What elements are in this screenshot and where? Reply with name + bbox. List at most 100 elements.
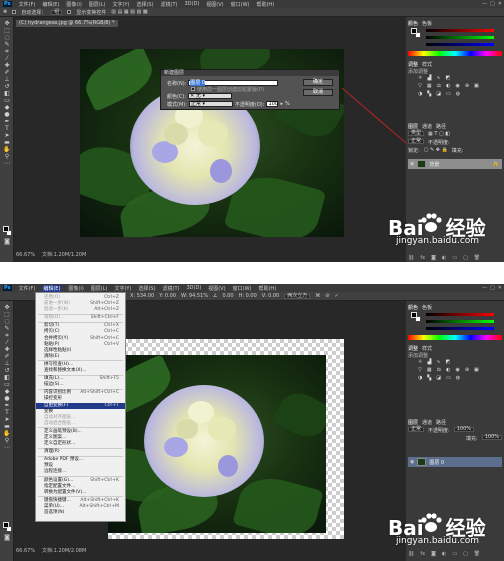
- layer-name[interactable]: 背景: [429, 161, 439, 168]
- menu-item[interactable]: 定义自定形状...: [36, 441, 125, 447]
- fx-icon[interactable]: fx: [420, 551, 425, 557]
- tab-adjustments[interactable]: 调整: [408, 345, 418, 352]
- mode-select[interactable]: 正常 ▾: [188, 101, 233, 107]
- tab-paths[interactable]: 路径: [436, 123, 446, 130]
- menu-image[interactable]: 图像(I): [66, 1, 81, 8]
- clip-mask-checkbox[interactable]: [191, 87, 195, 91]
- levels-icon[interactable]: ▟: [427, 75, 431, 81]
- menu-image[interactable]: 图像(I): [68, 285, 83, 292]
- color-select[interactable]: ✕ 无 ▾: [188, 93, 233, 99]
- quick-mask-icon[interactable]: ◙: [3, 535, 11, 541]
- menu-edit-open[interactable]: 编辑(E): [42, 284, 62, 292]
- tab-color[interactable]: 颜色: [408, 304, 418, 311]
- adjust-layer-icon[interactable]: ◐: [442, 551, 446, 557]
- auto-select-dropdown[interactable]: 组: [51, 9, 63, 15]
- menu-edit[interactable]: 编辑(E): [42, 1, 59, 8]
- close-button[interactable]: ✕: [498, 1, 502, 7]
- canvas-area[interactable]: [14, 27, 406, 252]
- menu-layer[interactable]: 图层(L): [91, 285, 108, 292]
- blue-slider[interactable]: [426, 327, 494, 330]
- selective-color-icon[interactable]: ◍: [456, 91, 460, 97]
- x-field[interactable]: X: 534.00: [130, 293, 154, 299]
- bw-icon[interactable]: ◐: [446, 83, 450, 89]
- menu-3d[interactable]: 3D(D): [185, 1, 200, 7]
- vibrance-icon[interactable]: ▽: [418, 83, 422, 89]
- panel-fg-swatch[interactable]: [411, 312, 417, 318]
- menu-window[interactable]: 窗口(W): [231, 1, 250, 8]
- threshold-icon[interactable]: ◪: [436, 375, 441, 381]
- trash-icon[interactable]: 🗑: [474, 551, 480, 557]
- lookup-icon[interactable]: ▣: [474, 83, 479, 89]
- menu-item[interactable]: 转换为配置文件(V)...: [36, 490, 125, 496]
- visibility-eye-icon[interactable]: ◉: [410, 459, 414, 465]
- hue-icon[interactable]: ▦: [427, 367, 432, 373]
- tab-swatches[interactable]: 色板: [422, 304, 432, 311]
- tab-styles[interactable]: 样式: [422, 345, 432, 352]
- menu-item[interactable]: 描边(S)...: [36, 382, 125, 388]
- tab-channels[interactable]: 通道: [422, 123, 432, 130]
- show-transform-checkbox[interactable]: [67, 10, 72, 14]
- menu-item[interactable]: 清除(E): [36, 354, 125, 360]
- mixer-icon[interactable]: ⊕: [465, 83, 469, 89]
- foreground-color-swatch[interactable]: [3, 226, 9, 232]
- bw-icon[interactable]: ◐: [446, 367, 450, 373]
- menu-select[interactable]: 选择(S): [136, 1, 153, 8]
- menu-item[interactable]: 查找和替换文本(X)...: [36, 368, 125, 374]
- vibrance-icon[interactable]: ▽: [418, 367, 422, 373]
- v-field[interactable]: V: 0.00: [262, 293, 279, 299]
- color-spectrum[interactable]: [408, 51, 502, 56]
- tab-swatches[interactable]: 色板: [422, 20, 432, 27]
- menu-select[interactable]: 选择(S): [138, 285, 155, 292]
- menu-filter[interactable]: 滤镜(T): [161, 1, 178, 8]
- folder-icon[interactable]: ▭: [452, 551, 457, 557]
- selective-color-icon[interactable]: ◍: [456, 375, 460, 381]
- h-field[interactable]: H: 0.00: [239, 293, 257, 299]
- red-slider[interactable]: [426, 313, 494, 316]
- invert-icon[interactable]: ◑: [418, 91, 422, 97]
- mixer-icon[interactable]: ⊕: [465, 367, 469, 373]
- brightness-icon[interactable]: ☼: [418, 75, 422, 81]
- tab-paths[interactable]: 路径: [436, 419, 446, 426]
- menu-file[interactable]: 文件(F): [19, 1, 36, 8]
- zoom-level[interactable]: 66.67%: [16, 252, 35, 258]
- link-icon[interactable]: ⛓: [408, 255, 414, 261]
- cancel-transform-icon[interactable]: ⊘: [325, 293, 329, 299]
- photo-filter-icon[interactable]: ◉: [455, 83, 459, 89]
- fx-icon[interactable]: fx: [420, 255, 425, 261]
- menu-view[interactable]: 视图(V): [208, 285, 225, 292]
- hue-icon[interactable]: ▦: [427, 83, 432, 89]
- folder-icon[interactable]: ▭: [452, 255, 457, 261]
- filter-icons[interactable]: ▦ T ▢ ◧: [428, 131, 450, 137]
- posterize-icon[interactable]: ▚: [427, 91, 431, 97]
- close-button[interactable]: ✕: [498, 285, 502, 291]
- cancel-button[interactable]: 取消: [303, 89, 333, 96]
- menu-view[interactable]: 视图(V): [206, 1, 223, 8]
- blend-mode-select[interactable]: 正常: [408, 139, 425, 144]
- zoom-level[interactable]: 66.67%: [16, 548, 35, 554]
- layer-kind-select[interactable]: 类型: [408, 131, 425, 136]
- gradient-map-icon[interactable]: ▭: [446, 375, 451, 381]
- maximize-button[interactable]: □: [490, 285, 495, 291]
- extra-tool-icon[interactable]: ⋯: [3, 161, 11, 167]
- panel-fg-swatch[interactable]: [411, 28, 417, 34]
- mask-icon[interactable]: ◙: [431, 551, 436, 557]
- menu-type[interactable]: 文字(Y): [112, 1, 129, 8]
- green-slider[interactable]: [426, 320, 494, 323]
- menu-filter[interactable]: 滤镜(T): [163, 285, 180, 292]
- color-spectrum[interactable]: [408, 335, 502, 340]
- quick-mask-icon[interactable]: ◙: [3, 239, 11, 245]
- tab-layers[interactable]: 图层: [408, 419, 418, 426]
- menu-item[interactable]: 首选项(N): [36, 510, 125, 516]
- balance-icon[interactable]: ⚖: [437, 367, 441, 373]
- tab-layers[interactable]: 图层: [408, 123, 418, 130]
- layer-row-0[interactable]: ◉ 图层 0: [408, 457, 502, 467]
- lookup-icon[interactable]: ▣: [474, 367, 479, 373]
- curves-icon[interactable]: ∿: [436, 75, 440, 81]
- maximize-button[interactable]: □: [490, 1, 495, 7]
- fill-value[interactable]: 100%: [481, 435, 502, 440]
- posterize-icon[interactable]: ▚: [427, 375, 431, 381]
- visibility-eye-icon[interactable]: ◉: [410, 161, 414, 167]
- ok-button[interactable]: 确定: [303, 79, 333, 86]
- blend-mode-select[interactable]: 正常: [408, 427, 425, 432]
- extra-tool-icon[interactable]: ⋯: [3, 445, 11, 451]
